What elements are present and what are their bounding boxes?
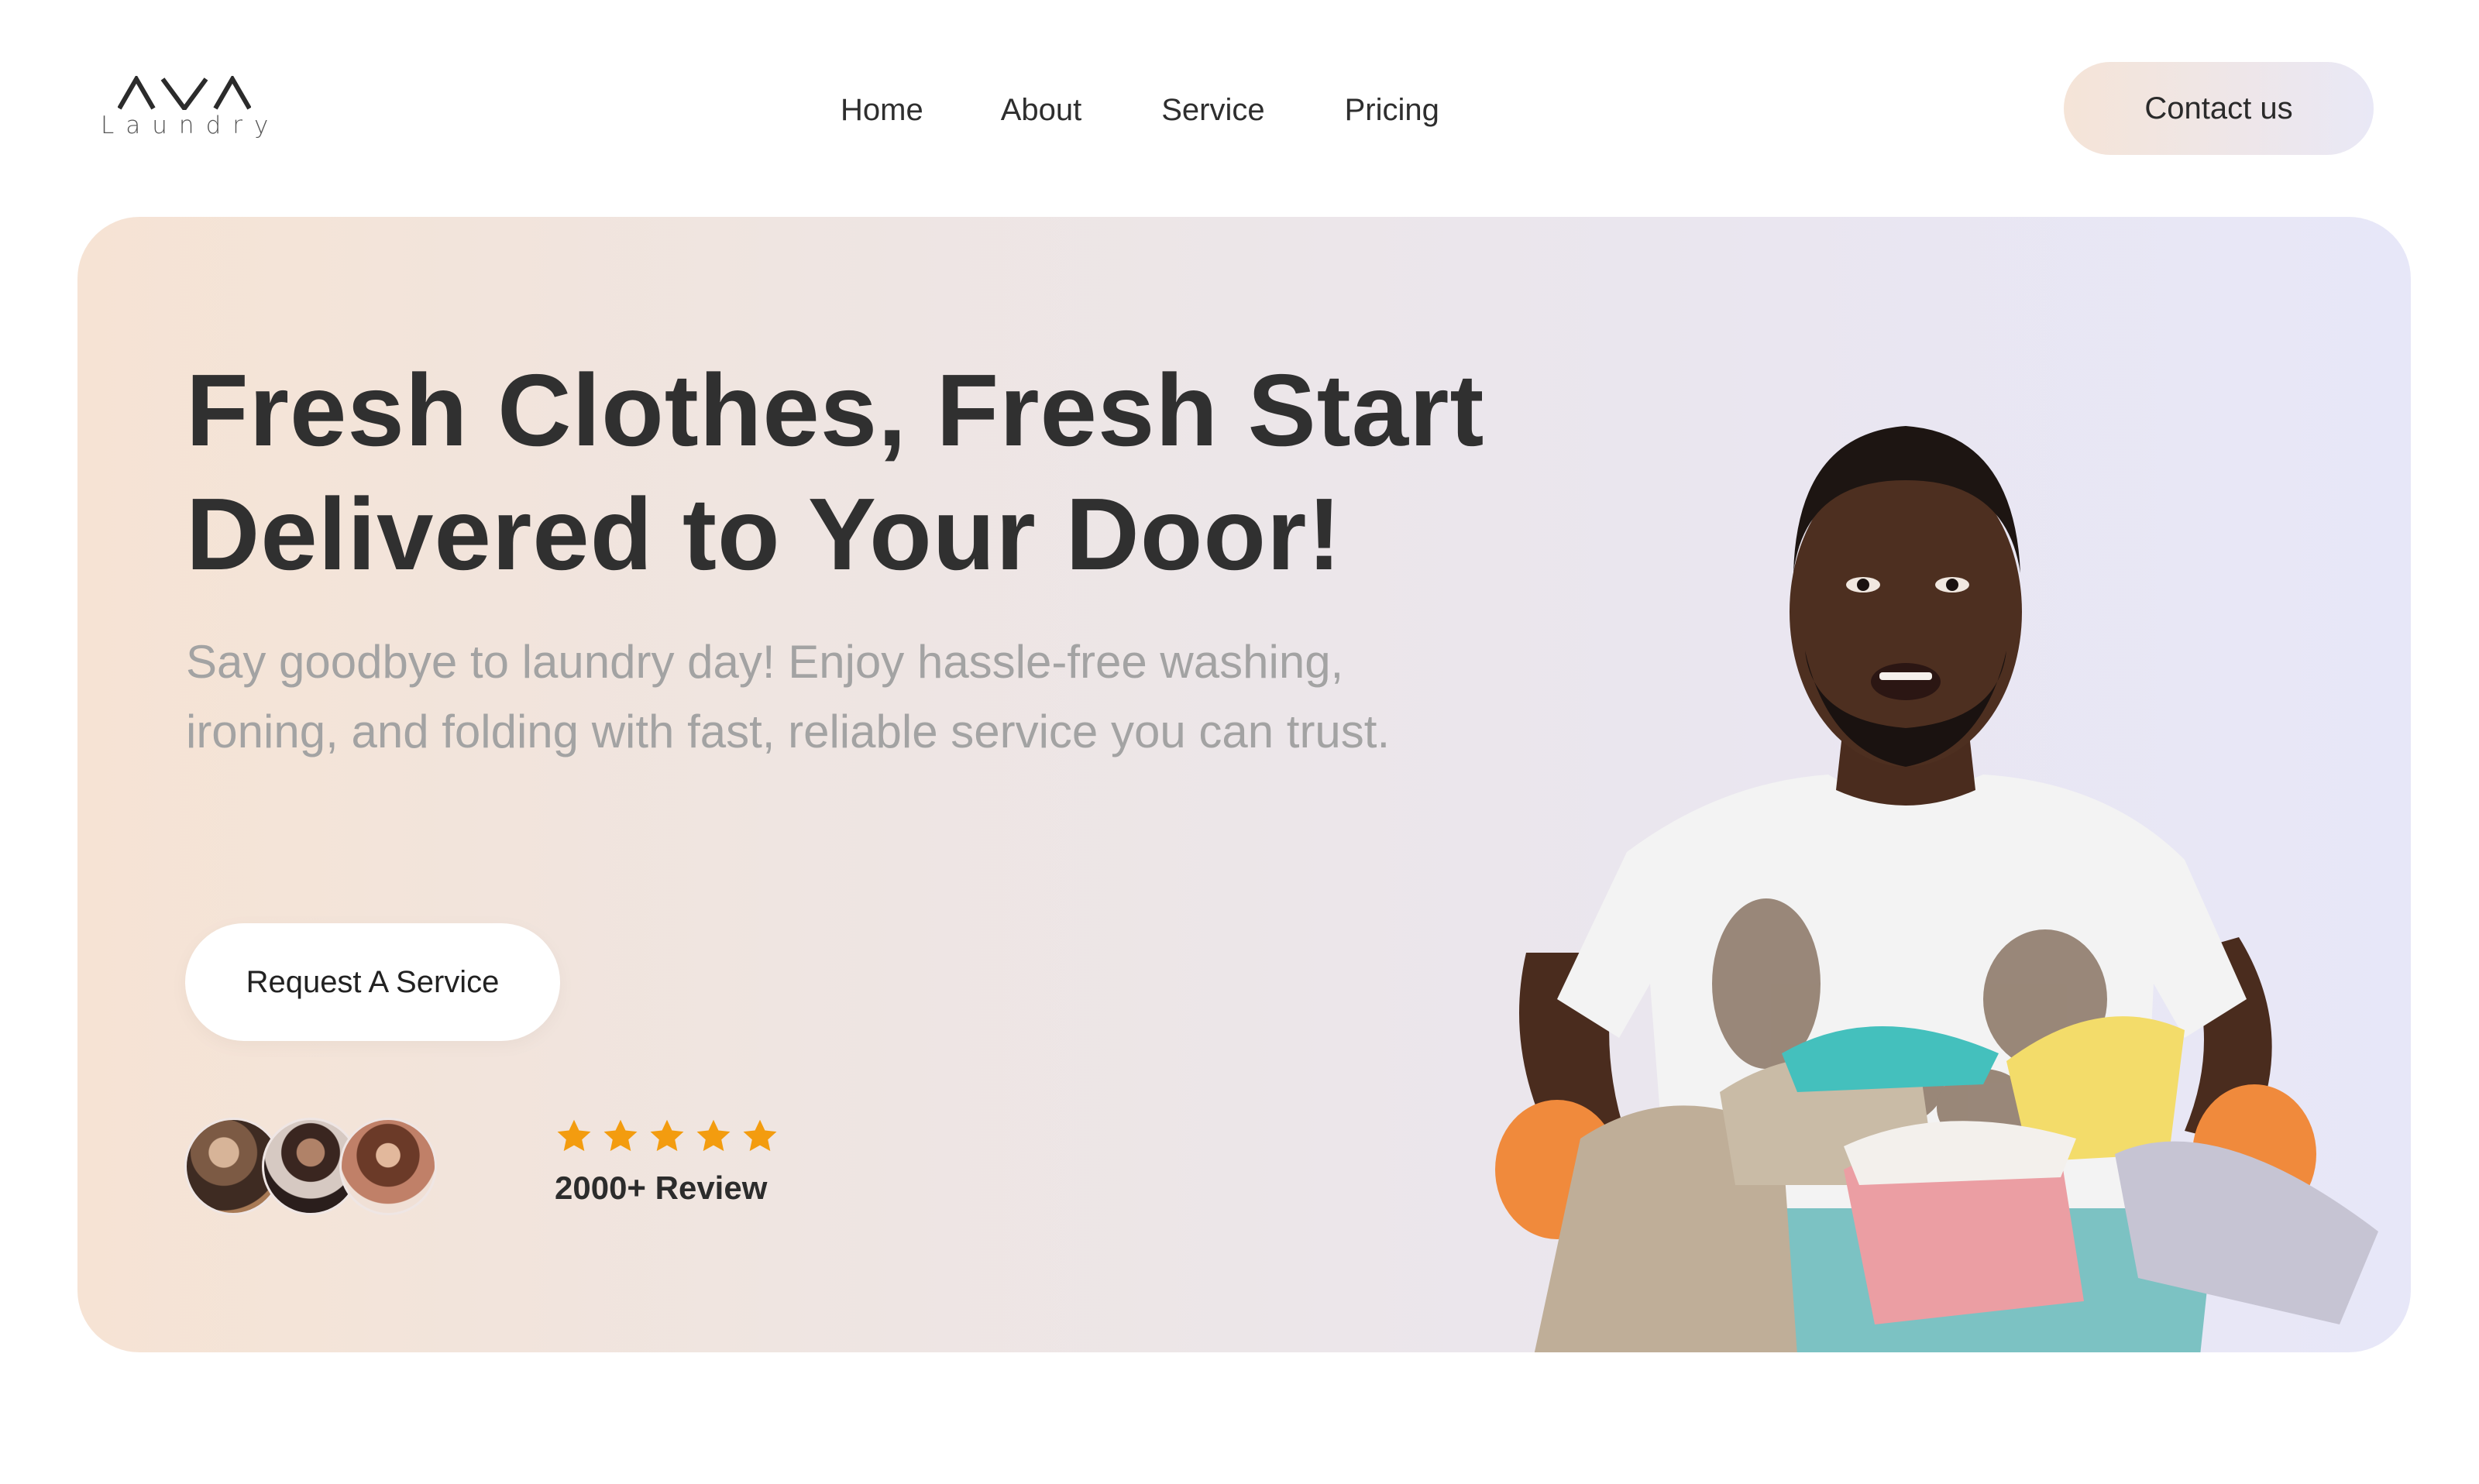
- landing-page: Laundry Home About Service Pricing Conta…: [0, 0, 2479, 1484]
- logo-wordmark: Laundry: [101, 112, 280, 139]
- star-icon: [743, 1119, 777, 1152]
- contact-us-button[interactable]: Contact us: [2064, 62, 2374, 155]
- avatar: [339, 1118, 437, 1215]
- hero-section: Fresh Clothes, Fresh Start Delivered to …: [77, 217, 2411, 1352]
- customer-avatars: [184, 1118, 440, 1218]
- star-icon: [696, 1119, 731, 1152]
- hero-headline: Fresh Clothes, Fresh Start Delivered to …: [186, 349, 1658, 596]
- request-service-button[interactable]: Request A Service: [185, 923, 560, 1041]
- nav-pricing[interactable]: Pricing: [1345, 87, 1439, 133]
- hero-headline-line1: Fresh Clothes, Fresh Start: [186, 353, 1485, 467]
- nav-home[interactable]: Home: [841, 87, 923, 133]
- star-icon: [650, 1119, 684, 1152]
- brand-logo[interactable]: Laundry: [101, 76, 280, 141]
- man-with-laundry-basket-image: [1495, 426, 2378, 1352]
- main-nav: Home About Service Pricing: [841, 87, 1439, 133]
- star-icon: [603, 1119, 638, 1152]
- review-count: 2000+ Review: [555, 1170, 768, 1206]
- nav-service[interactable]: Service: [1161, 87, 1264, 133]
- hero-subtext: Say goodbye to laundry day! Enjoy hassle…: [186, 636, 1391, 757]
- nav-about[interactable]: About: [1001, 87, 1082, 133]
- hero-headline-line2: Delivered to Your Door!: [186, 477, 1343, 591]
- rating-stars: [555, 1117, 779, 1156]
- star-icon: [557, 1119, 591, 1152]
- ava-logo-icon: [118, 76, 251, 110]
